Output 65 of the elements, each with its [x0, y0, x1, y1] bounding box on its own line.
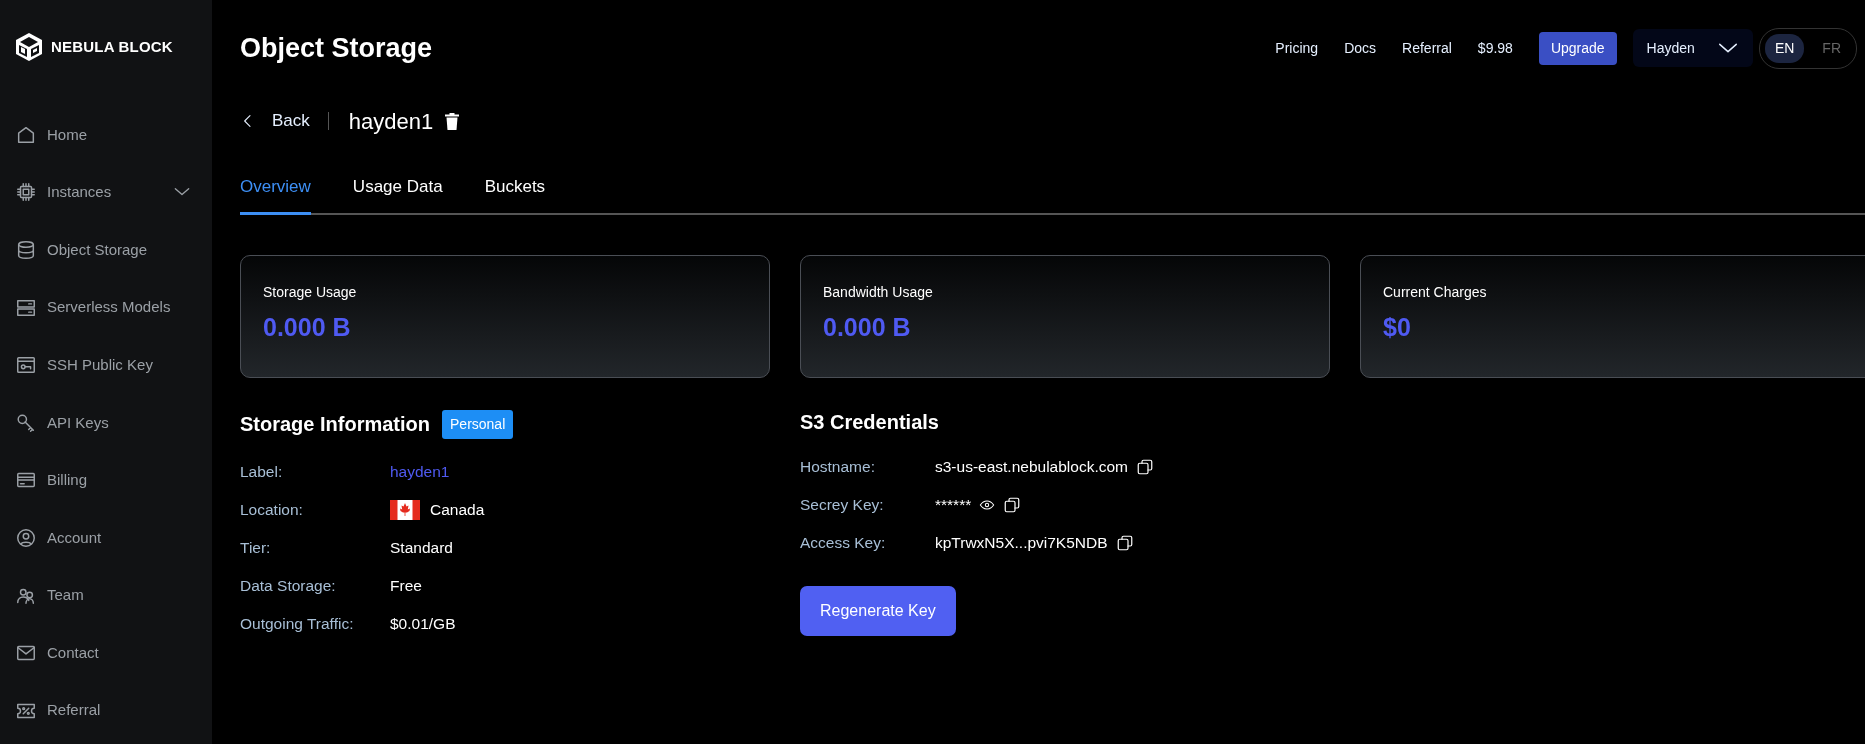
- tab[interactable]: Overview: [240, 174, 311, 215]
- cube-logo-icon: [15, 32, 43, 62]
- tab[interactable]: Usage Data: [352, 174, 443, 215]
- brand-name: NEBULA BLOCK: [51, 36, 173, 57]
- field-label: Access Key:: [800, 532, 887, 553]
- masked-value: ******: [935, 494, 972, 515]
- sidebar-item[interactable]: Home: [15, 106, 212, 164]
- account-balance: $9.98: [1477, 38, 1513, 58]
- flag-icon: [390, 499, 420, 520]
- label-link[interactable]: hayden1: [390, 459, 450, 484]
- field-value: Standard: [390, 537, 453, 558]
- sidebar-item[interactable]: Serverless Models: [15, 278, 212, 337]
- tab[interactable]: Buckets: [484, 174, 546, 215]
- trash-icon: [445, 112, 460, 130]
- copy-icon: [1136, 457, 1154, 476]
- bucket-name: hayden1: [348, 107, 434, 136]
- field-label: Secrey Key:: [800, 494, 885, 515]
- copy-icon: [1003, 495, 1022, 514]
- stat-title: Storage Usage: [263, 282, 358, 302]
- user-menu-button[interactable]: Hayden: [1632, 29, 1753, 67]
- copy-icon: [1115, 533, 1134, 552]
- field-value: Canada: [430, 499, 485, 520]
- field-label: Outgoing Traffic:: [240, 613, 355, 634]
- delete-button[interactable]: [445, 112, 460, 130]
- field-label: Location:: [240, 499, 304, 520]
- copy-button[interactable]: [1115, 533, 1134, 552]
- upgrade-button[interactable]: Upgrade: [1538, 31, 1617, 65]
- database-icon: [15, 239, 37, 261]
- sidebar-item[interactable]: Billing: [15, 451, 212, 510]
- stat-value: 0.000 B: [263, 311, 352, 343]
- stat-value: 0.000 B: [823, 311, 912, 343]
- language-option[interactable]: EN: [1764, 33, 1805, 63]
- plan-badge: Personal: [442, 409, 514, 439]
- section-title: S3 Credentials: [800, 409, 939, 434]
- sidebar-item[interactable]: Account: [15, 509, 212, 567]
- page-title: Object Storage: [240, 31, 433, 65]
- back-link[interactable]: Back: [240, 108, 310, 134]
- copy-button[interactable]: [1136, 457, 1154, 476]
- field-value: s3-us-east.nebulablock.com: [935, 456, 1128, 477]
- field-label: Label:: [240, 461, 284, 482]
- language-option[interactable]: FR: [1812, 33, 1851, 63]
- field-label: Data Storage:: [240, 575, 337, 596]
- sidebar-item[interactable]: SSH Public Key: [15, 336, 212, 394]
- section-title: Storage Information: [240, 412, 430, 436]
- nav-link[interactable]: Pricing: [1275, 37, 1319, 59]
- stat-title: Bandwidth Usage: [823, 282, 934, 302]
- sidebar-item[interactable]: Object Storage: [15, 221, 212, 279]
- sidebar-item[interactable]: Contact: [15, 624, 212, 682]
- field-value: kpTrwxN5X...pvi7K5NDB: [935, 532, 1108, 553]
- stat-title: Current Charges: [1383, 282, 1488, 302]
- sidebar-item[interactable]: Instances: [15, 163, 212, 222]
- field-label: Tier:: [240, 537, 272, 558]
- field-value: Free: [390, 575, 422, 596]
- stat-value: $0: [1383, 311, 1412, 343]
- sidebar-item[interactable]: API Keys: [15, 393, 212, 452]
- user-circle-icon: [15, 526, 37, 549]
- chip-icon: [15, 181, 37, 204]
- copy-button[interactable]: [1003, 495, 1022, 514]
- field-value: $0.01/GB: [390, 613, 456, 634]
- nav-link[interactable]: Referral: [1402, 37, 1452, 59]
- sidebar-item[interactable]: Team: [15, 566, 212, 625]
- field-label: Hostname:: [800, 456, 876, 477]
- sidebar-item[interactable]: Referral: [15, 681, 212, 740]
- nav-link[interactable]: Docs: [1344, 37, 1377, 59]
- regenerate-key-button[interactable]: Regenerate Key: [800, 585, 956, 636]
